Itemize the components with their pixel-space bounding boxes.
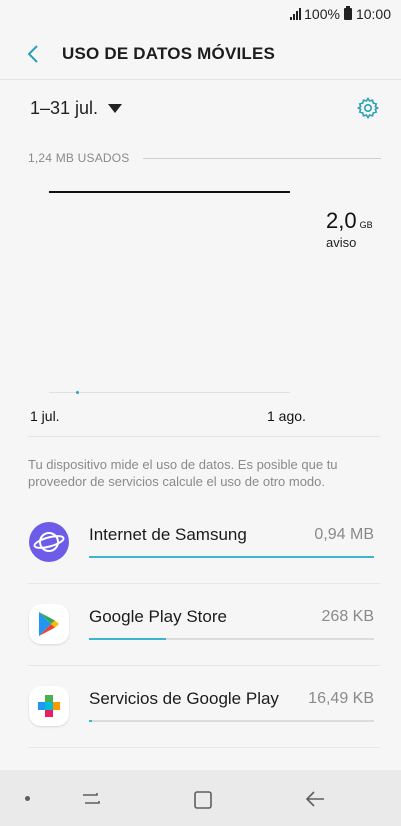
back-button[interactable]	[18, 39, 48, 69]
status-bar: 100% 10:00	[0, 0, 401, 28]
app-header: USO DE DATOS MÓVILES	[0, 28, 401, 80]
home-icon	[194, 791, 212, 809]
back-nav-icon	[305, 791, 324, 807]
usage-chart: 2,0 GB aviso 1 jul. 1 ago.	[0, 170, 401, 430]
app-name: Internet de Samsung	[89, 525, 247, 544]
settings-gear-icon	[356, 97, 380, 119]
usage-bar	[89, 638, 374, 640]
home-button[interactable]	[192, 789, 214, 811]
nav-dot-icon	[25, 796, 30, 801]
settings-button[interactable]	[355, 95, 381, 121]
x-axis-end: 1 ago.	[267, 408, 306, 424]
app-data-size: 268 KB	[321, 608, 374, 625]
divider	[28, 436, 380, 437]
recents-icon	[83, 793, 100, 804]
battery-percent: 100%	[304, 6, 340, 22]
warning-unit: GB	[359, 220, 373, 230]
back-icon	[27, 44, 38, 63]
usage-divider	[143, 158, 381, 159]
data-used-label: 1,24 MB USADOS	[28, 151, 130, 165]
row-divider	[28, 747, 380, 748]
usage-bar-fill	[89, 638, 166, 640]
navigation-bar	[0, 770, 401, 826]
warning-label: aviso	[326, 235, 357, 250]
google-play-store-icon	[29, 604, 69, 644]
app-data-size: 0,94 MB	[314, 526, 374, 543]
x-axis-start: 1 jul.	[30, 408, 60, 424]
nav-back-button[interactable]	[303, 789, 327, 809]
chart-baseline	[49, 392, 290, 393]
usage-bar-fill	[89, 720, 92, 722]
usage-bar	[89, 556, 374, 558]
battery-icon	[343, 6, 352, 20]
app-row-google-play-store[interactable]: Google Play Store 268 KB	[0, 584, 401, 666]
app-name: Google Play Store	[89, 607, 227, 626]
dropdown-caret-icon	[108, 103, 123, 113]
app-row-samsung-internet[interactable]: Internet de Samsung 0,94 MB	[0, 502, 401, 584]
app-row-google-play-services[interactable]: Servicios de Google Play 16,49 KB	[0, 666, 401, 748]
recents-button[interactable]	[79, 789, 103, 809]
info-text: Tu dispositivo mide el uso de datos. Es …	[28, 457, 338, 489]
usage-marker	[76, 391, 79, 394]
page-title: USO DE DATOS MÓVILES	[62, 43, 276, 63]
warning-value: 2,0 GB	[326, 208, 373, 234]
google-play-services-icon	[29, 686, 69, 726]
app-name: Servicios de Google Play	[89, 689, 279, 708]
usage-bar	[89, 720, 374, 722]
period-row: 1–31 jul.	[0, 88, 401, 128]
clock: 10:00	[355, 6, 391, 22]
usage-bar-fill	[89, 556, 374, 558]
samsung-internet-icon	[29, 522, 69, 562]
warning-number: 2,0	[326, 208, 357, 233]
signal-icon	[290, 8, 302, 20]
warning-limit-line[interactable]	[49, 191, 290, 193]
app-data-size: 16,49 KB	[308, 690, 374, 707]
period-selector[interactable]: 1–31 jul.	[30, 97, 123, 119]
period-label: 1–31 jul.	[30, 97, 99, 118]
